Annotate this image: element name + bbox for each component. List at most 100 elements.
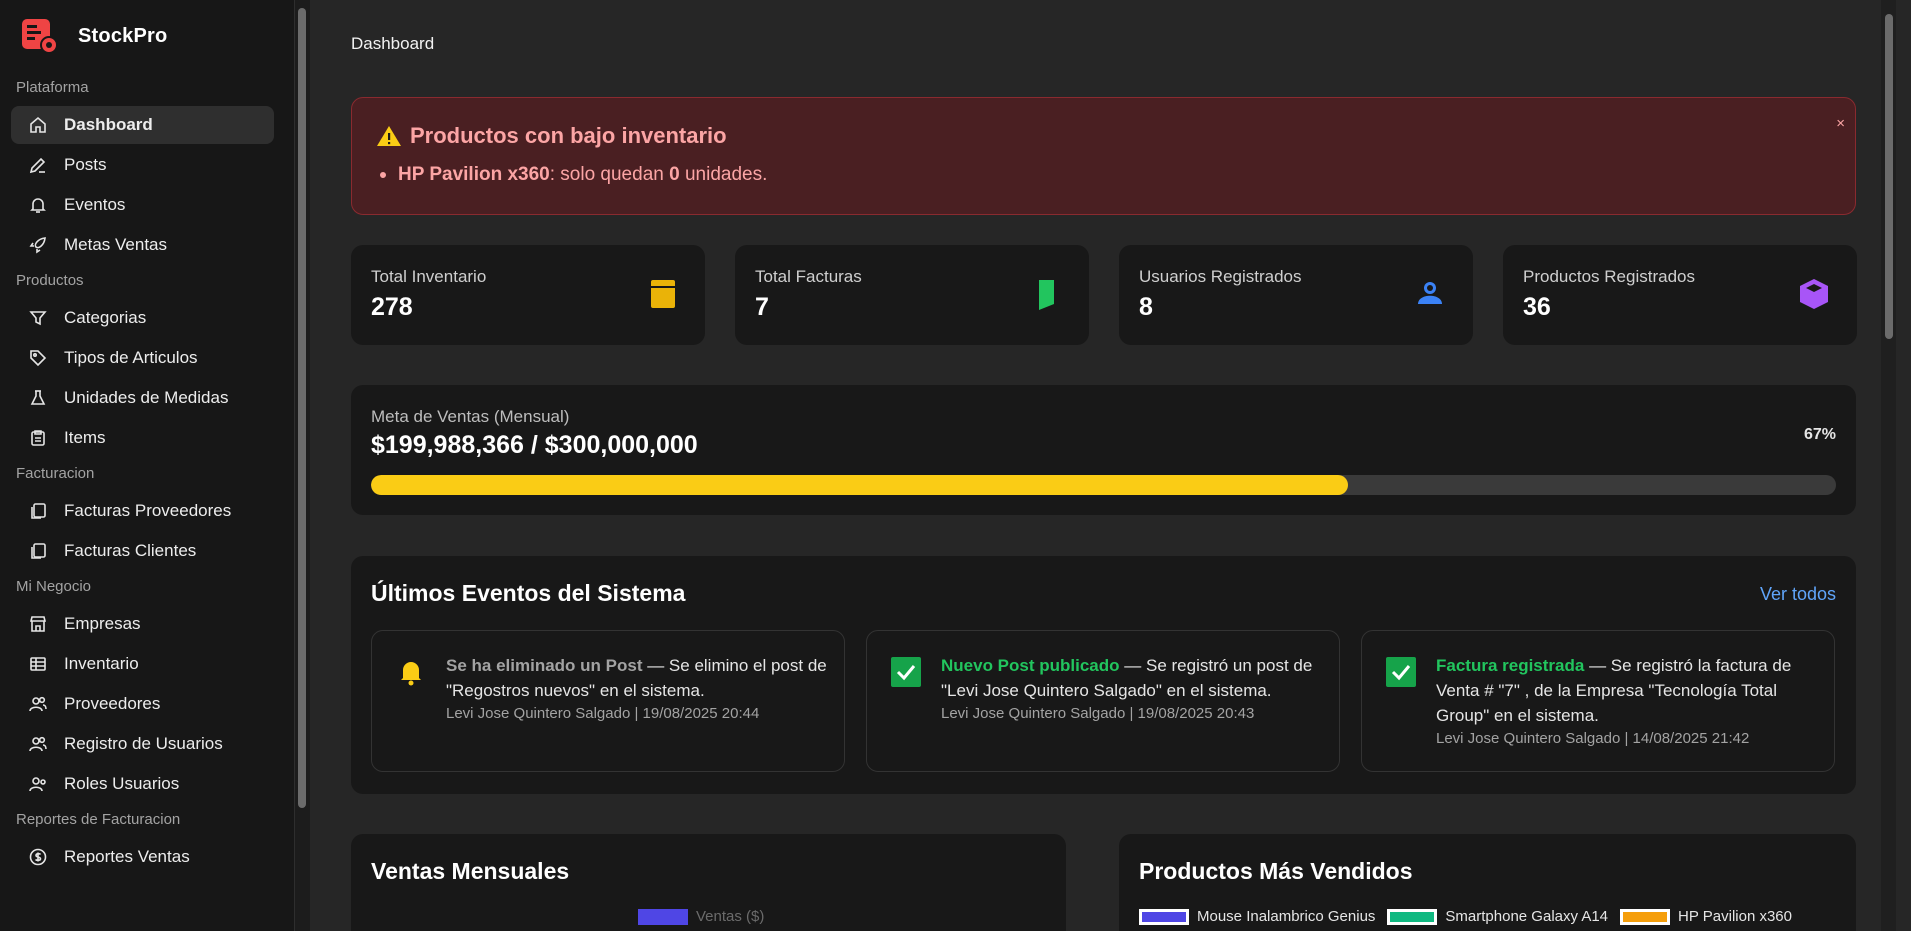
sidebar-item-label: Unidades de Medidas: [64, 388, 229, 407]
sidebar-item-unidades-de-medidas[interactable]: Unidades de Medidas: [11, 379, 274, 417]
event-text: Nuevo Post publicado — Se registró un po…: [941, 653, 1323, 725]
goal-percent: 67%: [1803, 426, 1836, 443]
sidebar-item-registro-de-usuarios[interactable]: Registro de Usuarios: [11, 725, 274, 763]
stat-label: Productos Registrados: [1523, 267, 1695, 286]
sidebar-item-empresas[interactable]: Empresas: [11, 605, 274, 643]
chart-legend: Ventas ($): [638, 908, 776, 925]
sidebar-item-label: Reportes Ventas: [64, 847, 190, 866]
stat-label: Usuarios Registrados: [1139, 267, 1302, 286]
sidebar-item-eventos[interactable]: Eventos: [11, 186, 274, 224]
bell-icon: [28, 195, 48, 215]
sidebar-item-label: Eventos: [64, 195, 126, 214]
alert-text-after: unidades.: [679, 164, 768, 185]
alert-text-before: : solo quedan: [549, 164, 670, 185]
legend-label: Ventas ($): [696, 908, 765, 925]
sidebar-item-label: Items: [64, 428, 106, 447]
nav-group-productos: Productos: [16, 272, 84, 289]
dollar-circle-icon: [28, 847, 48, 867]
event-text: Se ha eliminado un Post — Se elimino el …: [446, 653, 828, 725]
legend-entry[interactable]: Smartphone Galaxy A14: [1387, 908, 1608, 925]
user-icon: [1413, 277, 1447, 311]
sidebar-item-posts[interactable]: Posts: [11, 146, 274, 184]
sidebar-item-label: Registro de Usuarios: [64, 734, 223, 753]
nav-group-plataforma: Plataforma: [16, 79, 89, 96]
event-title: Nuevo Post publicado: [941, 656, 1120, 675]
table-icon: [28, 654, 48, 674]
sidebar-item-label: Tipos de Articulos: [64, 348, 198, 367]
see-all-link[interactable]: Ver todos: [1760, 584, 1836, 605]
sidebar-item-metas-ventas[interactable]: Metas Ventas: [11, 226, 274, 264]
alert-item: HP Pavilion x360: solo quedan 0 unidades…: [380, 164, 767, 186]
sidebar-item-label: Roles Usuarios: [64, 774, 180, 793]
stat-card-productos-registrados: Productos Registrados 36: [1503, 245, 1857, 345]
sidebar-item-label: Dashboard: [64, 115, 153, 134]
sidebar-item-label: Posts: [64, 155, 107, 174]
sidebar-item-proveedores[interactable]: Proveedores: [11, 685, 274, 723]
user-group-icon: [28, 774, 48, 794]
users-icon: [28, 734, 48, 754]
event-meta: Levi Jose Quintero Salgado | 14/08/2025 …: [1436, 730, 1750, 747]
close-icon[interactable]: ×: [1836, 115, 1845, 132]
sidebar-item-roles-usuarios[interactable]: Roles Usuarios: [11, 765, 274, 803]
stat-label: Total Facturas: [755, 267, 862, 286]
goal-progress-fill: [371, 475, 1349, 495]
events-title: Últimos Eventos del Sistema: [371, 580, 686, 606]
alert-count: 0: [669, 164, 680, 185]
sidebar-item-inventario[interactable]: Inventario: [11, 645, 274, 683]
stat-value: 36: [1523, 293, 1551, 321]
sidebar-item-label: Metas Ventas: [64, 235, 168, 254]
event-title: Se ha eliminado un Post: [446, 656, 643, 675]
goal-progress-bar: [371, 475, 1836, 495]
sidebar-item-facturas-proveedores[interactable]: Facturas Proveedores: [11, 492, 274, 530]
users-icon: [28, 694, 48, 714]
goal-value: $199,988,366 / $300,000,000: [371, 431, 698, 459]
event-card[interactable]: Factura registrada — Se registró la fact…: [1361, 630, 1835, 772]
nav-group-reportes: Reportes de Facturacion: [16, 811, 181, 828]
legend-entry[interactable]: HP Pavilion x360: [1620, 908, 1792, 925]
tag-icon: [28, 348, 48, 368]
home-icon: [28, 115, 48, 135]
warning-icon: [377, 126, 401, 146]
legend-swatch: [1387, 908, 1438, 925]
stat-value: 8: [1139, 293, 1153, 321]
events-panel: Últimos Eventos del Sistema Ver todos Se…: [351, 556, 1856, 794]
stat-card-usuarios-registrados: Usuarios Registrados 8: [1119, 245, 1473, 345]
sidebar-item-tipos-de-articulos[interactable]: Tipos de Articulos: [11, 339, 274, 377]
sidebar-item-label: Empresas: [64, 614, 141, 633]
sidebar-item-label: Proveedores: [64, 694, 161, 713]
rocket-icon: [28, 235, 48, 255]
brand[interactable]: StockPro: [0, 0, 294, 72]
event-text: Factura registrada — Se registró la fact…: [1436, 653, 1818, 750]
alert-product: HP Pavilion x360: [398, 164, 550, 185]
legend-entry[interactable]: Ventas ($): [638, 908, 764, 925]
breadcrumb[interactable]: Dashboard: [351, 34, 434, 54]
sales-goal-card: Meta de Ventas (Mensual) $199,988,366 / …: [351, 385, 1856, 515]
stat-label: Total Inventario: [371, 267, 487, 286]
sidebar-item-facturas-clientes[interactable]: Facturas Clientes: [11, 532, 274, 570]
sidebar-item-categorias[interactable]: Categorias: [11, 299, 274, 337]
bell-icon: [396, 657, 426, 687]
event-card[interactable]: Nuevo Post publicado — Se registró un po…: [866, 630, 1340, 772]
sidebar-item-label: Inventario: [64, 654, 139, 673]
legend-swatch: [638, 908, 688, 925]
sidebar-item-items[interactable]: Items: [11, 419, 274, 457]
stat-value: 7: [755, 293, 769, 321]
panel-title: Ventas Mensuales: [371, 858, 570, 884]
legend-swatch: [1139, 908, 1189, 925]
event-title: Factura registrada: [1436, 656, 1585, 675]
sidebar-item-reportes-ventas[interactable]: Reportes Ventas: [11, 838, 274, 876]
sidebar-item-label: Facturas Clientes: [64, 541, 197, 560]
chart-legend: Mouse Inalambrico Genius Smartphone Gala…: [1139, 908, 1804, 925]
sidebar-item-dashboard[interactable]: Dashboard: [11, 106, 274, 144]
event-card[interactable]: Se ha eliminado un Post — Se elimino el …: [371, 630, 845, 772]
nav-group-facturacion: Facturacion: [16, 465, 95, 482]
sidebar-item-label: Categorias: [64, 308, 147, 327]
monthly-sales-panel: Ventas Mensuales Ventas ($): [351, 834, 1066, 931]
sidebar-scrollbar-thumb[interactable]: [298, 8, 306, 808]
book-icon: [645, 277, 679, 311]
legend-swatch: [1620, 908, 1671, 925]
goal-label: Meta de Ventas (Mensual): [371, 407, 570, 426]
copy-icon: [28, 501, 48, 521]
legend-entry[interactable]: Mouse Inalambrico Genius: [1139, 908, 1375, 925]
page-scrollbar-thumb[interactable]: [1885, 14, 1893, 339]
